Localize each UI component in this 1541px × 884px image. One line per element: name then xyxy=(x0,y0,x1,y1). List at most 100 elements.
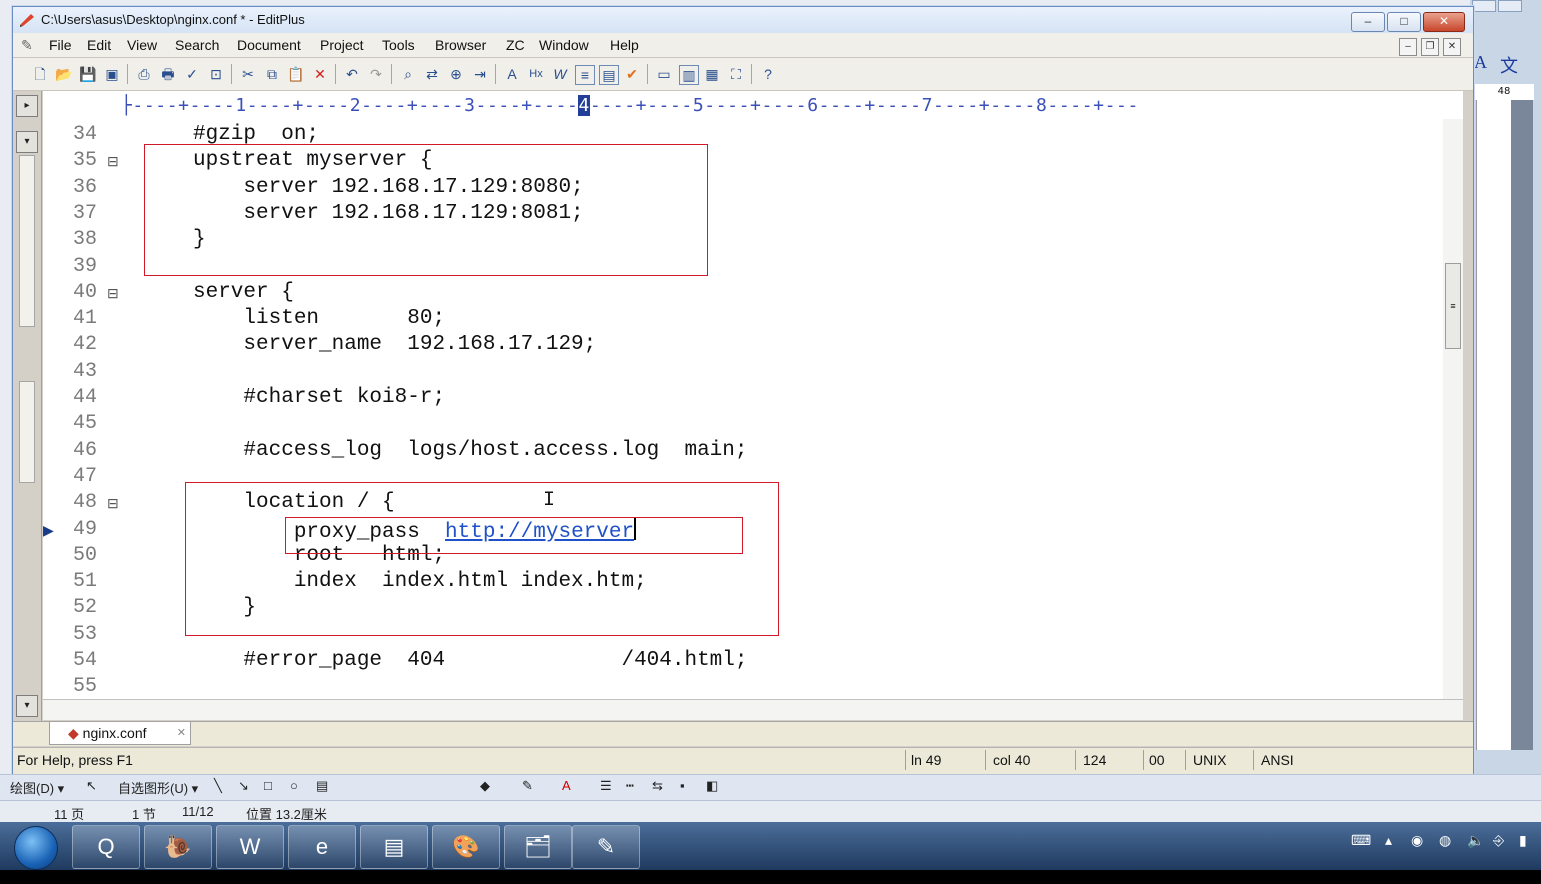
maximize-button[interactable]: □ xyxy=(1387,12,1421,32)
left-scroll-track-2[interactable] xyxy=(19,381,35,483)
open-folder-icon[interactable]: 📂 xyxy=(55,65,73,83)
panel-toggle-button[interactable]: ▸ xyxy=(16,95,38,117)
save-all-icon[interactable]: ▣ xyxy=(103,65,121,83)
oval-tool-icon[interactable]: ○ xyxy=(290,778,298,793)
menu-document[interactable]: Document xyxy=(237,37,301,53)
word-wrap-icon[interactable]: W xyxy=(551,65,569,83)
panel-bottom-button[interactable]: ▾ xyxy=(16,695,38,717)
tab-close-icon[interactable]: ✕ xyxy=(177,722,186,744)
textbox-tool-icon[interactable]: ▤ xyxy=(316,778,328,794)
hex-icon[interactable]: Hx xyxy=(527,65,545,83)
find-in-files-icon[interactable]: ⊕ xyxy=(447,65,465,83)
delete-icon[interactable]: ✕ xyxy=(311,65,329,83)
dash-style-icon[interactable]: ┅ xyxy=(626,778,634,794)
line-style-icon[interactable]: ☰ xyxy=(600,778,612,794)
fold-toggle-icon[interactable]: ⊟ xyxy=(107,495,119,512)
arrow-tool-icon[interactable]: ↘ xyxy=(238,778,249,794)
tray-expand-icon[interactable]: ▴ xyxy=(1385,832,1392,849)
close-button[interactable]: ✕ xyxy=(1423,12,1465,32)
doc-minimize-button[interactable]: – xyxy=(1399,38,1417,56)
redo-icon[interactable]: ↷ xyxy=(367,65,385,83)
fullscreen-icon[interactable]: ⛶ xyxy=(727,65,745,83)
directory-window-icon[interactable]: ▭ xyxy=(655,65,673,83)
save-icon[interactable]: 💾 xyxy=(79,65,97,83)
code-editor[interactable]: #gzip on; upstreat myserver { server 192.… xyxy=(125,119,1443,699)
print-preview-icon[interactable]: ⎙ xyxy=(135,65,153,83)
select-pointer-icon[interactable]: ↖ xyxy=(86,778,97,794)
check-icon[interactable]: ✔ xyxy=(623,65,641,83)
cliptext-icon[interactable]: ▥ xyxy=(679,65,699,85)
scroll-thumb[interactable]: ≡ xyxy=(1445,263,1461,349)
find-icon[interactable]: ⌕ xyxy=(399,65,417,83)
doc-close-button[interactable]: ✕ xyxy=(1443,38,1461,56)
copy-icon[interactable]: ⧉ xyxy=(263,65,281,83)
code-line[interactable]: listen 80; xyxy=(193,307,445,333)
menu-browser[interactable]: Browser xyxy=(435,37,486,53)
keyboard-icon[interactable]: ⌨ xyxy=(1351,832,1371,849)
left-scroll-track-1[interactable] xyxy=(19,155,35,327)
menu-zc[interactable]: ZC xyxy=(506,37,525,53)
notes-task-icon[interactable]: ▤ xyxy=(360,825,428,869)
3d-icon[interactable]: ◧ xyxy=(706,778,718,794)
security-icon[interactable]: ◍ xyxy=(1439,832,1451,849)
network-icon[interactable]: ◉ xyxy=(1411,832,1423,849)
code-line[interactable]: #access_log logs/host.access.log main; xyxy=(193,439,747,465)
menu-search[interactable]: Search xyxy=(175,37,219,53)
code-line[interactable]: #charset koi8-r; xyxy=(193,386,445,412)
word-task-icon[interactable]: W xyxy=(216,825,284,869)
bg-restore-button[interactable] xyxy=(1498,0,1522,12)
signal-icon[interactable]: ▮ xyxy=(1519,832,1527,849)
goto-icon[interactable]: ⇥ xyxy=(471,65,489,83)
fill-color-icon[interactable]: ◆ xyxy=(480,778,490,794)
line-number-icon[interactable]: ≡ xyxy=(575,65,595,85)
cut-icon[interactable]: ✂ xyxy=(239,65,257,83)
line-color-icon[interactable]: ✎ xyxy=(522,778,533,794)
snail-task-icon[interactable]: 🐌 xyxy=(144,825,212,869)
start-button[interactable] xyxy=(14,826,58,870)
paint-task-icon[interactable]: 🎨 xyxy=(432,825,500,869)
doc-restore-button[interactable]: ❐ xyxy=(1421,38,1439,56)
title-bar[interactable]: C:\Users\asus\Desktop\nginx.conf * - Edi… xyxy=(13,7,1473,33)
qq-task-icon[interactable]: Q xyxy=(72,825,140,869)
font-color-icon[interactable]: A xyxy=(1474,52,1487,73)
code-line[interactable]: #error_page 404 /404.html; xyxy=(193,649,747,675)
pinyin-icon[interactable]: 文 xyxy=(1500,52,1518,78)
panel-dropdown-button[interactable]: ▾ xyxy=(16,131,38,153)
code-line[interactable]: server_name 192.168.17.129; xyxy=(193,333,596,359)
menu-help[interactable]: Help xyxy=(610,37,639,53)
word-font-color-icon[interactable]: A xyxy=(562,778,571,793)
menu-edit[interactable]: Edit xyxy=(87,37,111,53)
menu-file[interactable]: File xyxy=(49,37,72,53)
autoshapes-menu[interactable]: 自选图形(U) ▾ xyxy=(118,778,198,797)
bg-minimize-button[interactable] xyxy=(1472,0,1496,12)
font-icon[interactable]: A xyxy=(503,65,521,83)
vertical-scrollbar[interactable]: ≡ xyxy=(1443,119,1463,701)
tab-nginx-conf[interactable]: ◆ nginx.conf ✕ xyxy=(49,722,191,745)
menu-view[interactable]: View xyxy=(127,37,157,53)
context-help-icon[interactable]: ? xyxy=(759,65,777,83)
editplus-task-icon[interactable]: ✎ xyxy=(572,825,640,869)
paste-icon[interactable]: 📋 xyxy=(287,65,305,83)
ruler-icon[interactable]: ▤ xyxy=(599,65,619,85)
horizontal-scrollbar[interactable] xyxy=(43,699,1463,720)
browser-task-icon[interactable]: e xyxy=(288,825,356,869)
new-file-icon[interactable]: 🗋 xyxy=(31,65,49,83)
usb-icon[interactable]: ⎆ xyxy=(1493,832,1504,849)
undo-icon[interactable]: ↶ xyxy=(343,65,361,83)
print-icon[interactable]: 🖶 xyxy=(159,65,177,83)
fold-toggle-icon[interactable]: ⊟ xyxy=(107,285,119,302)
output-window-icon[interactable]: ▦ xyxy=(703,65,721,83)
shadow-icon[interactable]: ▪ xyxy=(680,778,685,793)
minimize-button[interactable]: – xyxy=(1351,12,1385,32)
arrow-style-icon[interactable]: ⇆ xyxy=(652,778,663,794)
replace-icon[interactable]: ⇄ xyxy=(423,65,441,83)
menu-tools[interactable]: Tools xyxy=(382,37,415,53)
menu-window[interactable]: Window xyxy=(539,37,589,53)
preview-icon[interactable]: ⊡ xyxy=(207,65,225,83)
rectangle-tool-icon[interactable]: □ xyxy=(264,778,272,793)
spell-check-icon[interactable]: ✓ xyxy=(183,65,201,83)
explorer-task-icon[interactable]: 🗂 xyxy=(504,825,572,869)
menu-project[interactable]: Project xyxy=(320,37,364,53)
line-tool-icon[interactable]: ╲ xyxy=(214,778,222,794)
fold-toggle-icon[interactable]: ⊟ xyxy=(107,153,119,170)
